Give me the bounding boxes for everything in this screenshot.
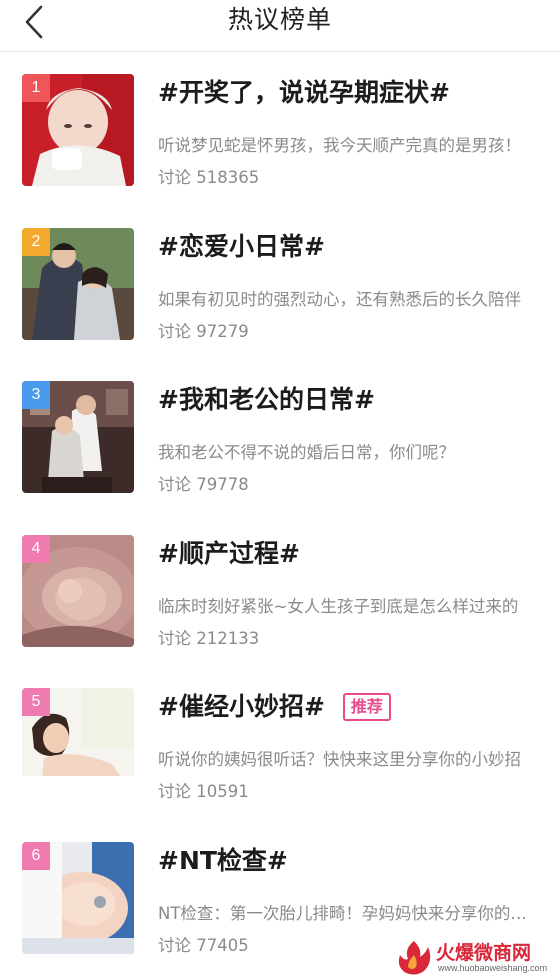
topic-thumbnail: 3 bbox=[22, 381, 134, 493]
topic-description: NT检查：第一次胎儿排畸！孕妈妈快来分享你的经历 bbox=[158, 903, 533, 923]
topic-description: 我和老公不得不说的婚后日常，你们呢？ bbox=[158, 443, 455, 462]
rank-badge: 6 bbox=[22, 841, 50, 870]
rank-badge: 5 bbox=[22, 688, 50, 716]
flame-logo-icon bbox=[398, 941, 431, 975]
topic-thumbnail: 1 bbox=[22, 74, 134, 186]
topic-title: #恋爱小日常# bbox=[158, 231, 325, 261]
discussion-count: 讨论 212133 bbox=[158, 628, 260, 648]
topic-item-2[interactable]: 2 #恋爱小日常# 如果有初见时的强烈动心，还有熟悉后的长久陪伴 讨论 9727… bbox=[0, 206, 560, 360]
topic-description: 如果有初见时的强烈动心，还有熟悉后的长久陪伴 bbox=[158, 289, 521, 309]
top-bar: 热议榜单 bbox=[0, 0, 560, 52]
topic-title: #我和老公的日常# bbox=[158, 385, 375, 414]
topic-item-4[interactable]: 4 #顺产过程# 临床时刻好紧张~女人生孩子到底是怎么样过来的 讨论 21213… bbox=[0, 513, 560, 667]
discussion-count: 讨论 79778 bbox=[158, 475, 249, 494]
topic-title: #顺产过程# bbox=[158, 538, 300, 568]
topic-description: 临床时刻好紧张~女人生孩子到底是怎么样过来的 bbox=[158, 596, 519, 616]
page-title: 热议榜单 bbox=[227, 5, 332, 34]
topic-title: #催经小妙招# bbox=[158, 692, 325, 721]
topic-thumbnail: 6 bbox=[22, 841, 134, 954]
rank-badge: 3 bbox=[22, 381, 50, 409]
watermark-url: www.huobaoweishang.com bbox=[438, 963, 548, 973]
discussion-count: 讨论 10591 bbox=[158, 782, 249, 801]
topic-item-1[interactable]: 1 #开奖了，说说孕期症状# 听说梦见蛇是怀男孩，我今天顺产完真的是男孩！ 讨论… bbox=[0, 52, 560, 206]
topic-title: #NT检查# bbox=[158, 845, 288, 875]
rank-badge: 4 bbox=[22, 534, 50, 563]
watermark-text: 火爆微商网 bbox=[436, 942, 532, 964]
topic-thumbnail: 5 bbox=[22, 688, 134, 800]
topic-item-3[interactable]: 3 #我和老公的日常# 我和老公不得不说的婚后日常，你们呢？ 讨论 79778 bbox=[0, 359, 560, 513]
topic-title: #开奖了，说说孕期症状# bbox=[158, 78, 450, 107]
discussion-count: 讨论 77405 bbox=[158, 935, 249, 955]
watermark: 火爆微商网 www.huobaoweishang.com bbox=[394, 938, 554, 978]
topic-description: 听说你的姨妈很听话？快快来这里分享你的小妙招 bbox=[158, 750, 521, 769]
rank-badge: 1 bbox=[22, 74, 50, 102]
rank-badge: 2 bbox=[22, 227, 50, 256]
topic-list: 1 #开奖了，说说孕期症状# 听说梦见蛇是怀男孩，我今天顺产完真的是男孩！ 讨论… bbox=[0, 52, 560, 973]
topic-item-5[interactable]: 5 #催经小妙招# 推荐 听说你的姨妈很听话？快快来这里分享你的小妙招 讨论 1… bbox=[0, 666, 560, 820]
recommend-badge: 推荐 bbox=[342, 693, 391, 721]
topic-thumbnail: 4 bbox=[22, 534, 134, 647]
topic-description: 听说梦见蛇是怀男孩，我今天顺产完真的是男孩！ bbox=[158, 136, 521, 155]
topic-thumbnail: 2 bbox=[22, 227, 134, 340]
discussion-count: 讨论 97279 bbox=[158, 321, 249, 341]
discussion-count: 讨论 518365 bbox=[158, 168, 260, 187]
